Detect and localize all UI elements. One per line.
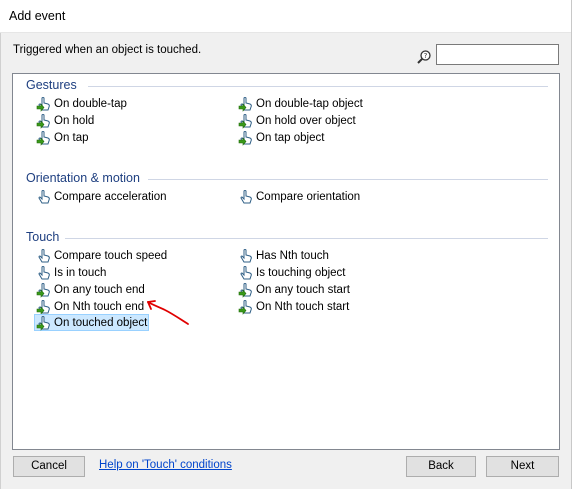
item-label: Is in touch (54, 266, 107, 279)
trigger-touch-icon (36, 96, 50, 112)
dialog-body: Triggered when an object is touched. ? G… (1, 33, 571, 489)
list-item-has-nth-touch[interactable]: Has Nth touch (238, 247, 329, 264)
search-icon: ? (417, 50, 431, 64)
list-item-is-in-touch[interactable]: Is in touch (36, 264, 106, 281)
condition-touch-icon (38, 265, 50, 279)
item-label: On double-tap (54, 97, 127, 110)
next-button[interactable]: Next (486, 456, 559, 477)
trigger-touch-icon (36, 113, 50, 129)
list-item-compare-acceleration[interactable]: Compare acceleration (36, 188, 167, 205)
trigger-touch-icon (36, 299, 50, 315)
search-input[interactable] (436, 44, 559, 65)
group-header-gestures: Gestures (26, 78, 77, 92)
group-divider (148, 179, 548, 180)
list-item-compare-orientation[interactable]: Compare orientation (238, 188, 360, 205)
condition-description: Triggered when an object is touched. (13, 44, 202, 56)
trigger-touch-icon (36, 282, 50, 298)
trigger-touch-icon (238, 282, 252, 298)
event-list[interactable]: Gestures On double-tap On hold On tap On… (12, 73, 560, 450)
window-title: Add event (9, 9, 66, 23)
list-item-on-double-tap[interactable]: On double-tap (36, 95, 127, 112)
group-header-orientation-motion: Orientation & motion (26, 171, 140, 185)
condition-touch-icon (240, 248, 252, 262)
list-item-on-any-touch-end[interactable]: On any touch end (36, 281, 145, 298)
item-label: On hold over object (256, 114, 356, 127)
list-item-on-hold[interactable]: On hold (36, 112, 94, 129)
condition-touch-icon (38, 248, 50, 262)
back-button[interactable]: Back (406, 456, 476, 477)
condition-touch-icon (38, 189, 50, 203)
cancel-button[interactable]: Cancel (13, 456, 85, 477)
list-item-compare-touch-speed[interactable]: Compare touch speed (36, 247, 167, 264)
trigger-touch-icon (36, 315, 50, 331)
list-item-is-touching-object[interactable]: Is touching object (238, 264, 346, 281)
list-item-on-touched-object[interactable]: On touched object (34, 314, 150, 331)
item-label: On Nth touch start (256, 300, 350, 313)
item-label: On any touch start (256, 283, 350, 296)
list-item-on-any-touch-start[interactable]: On any touch start (238, 281, 350, 298)
condition-touch-icon (240, 265, 252, 279)
item-label: On double-tap object (256, 97, 363, 110)
trigger-touch-icon (36, 130, 50, 146)
item-label: On tap (54, 131, 89, 144)
trigger-touch-icon (238, 96, 252, 112)
item-label: On hold (54, 114, 95, 127)
item-label: On touched object (54, 316, 148, 329)
condition-touch-icon (240, 189, 252, 203)
item-label: Is touching object (256, 266, 346, 279)
svg-text:?: ? (424, 52, 428, 60)
group-header-touch: Touch (26, 230, 60, 244)
list-item-on-nth-touch-start[interactable]: On Nth touch start (238, 298, 349, 315)
item-label: On Nth touch end (54, 300, 145, 313)
trigger-touch-icon (238, 130, 252, 146)
item-label: On tap object (256, 131, 325, 144)
list-item-on-hold-over-object[interactable]: On hold over object (238, 112, 356, 129)
list-item-on-double-tap-object[interactable]: On double-tap object (238, 95, 363, 112)
item-label: Compare orientation (256, 190, 361, 203)
item-label: Compare acceleration (54, 190, 167, 203)
list-item-on-tap-object[interactable]: On tap object (238, 129, 324, 146)
trigger-touch-icon (238, 299, 252, 315)
group-divider (88, 86, 548, 87)
list-item-on-tap[interactable]: On tap (36, 129, 89, 146)
item-label: Has Nth touch (256, 249, 329, 262)
item-label: On any touch end (54, 283, 145, 296)
trigger-touch-icon (238, 113, 252, 129)
title-bar: Add event (0, 0, 572, 33)
help-link[interactable]: Help on 'Touch' conditions (99, 459, 232, 471)
list-item-on-nth-touch-end[interactable]: On Nth touch end (36, 298, 144, 315)
item-label: Compare touch speed (54, 249, 168, 262)
group-divider (65, 238, 548, 239)
